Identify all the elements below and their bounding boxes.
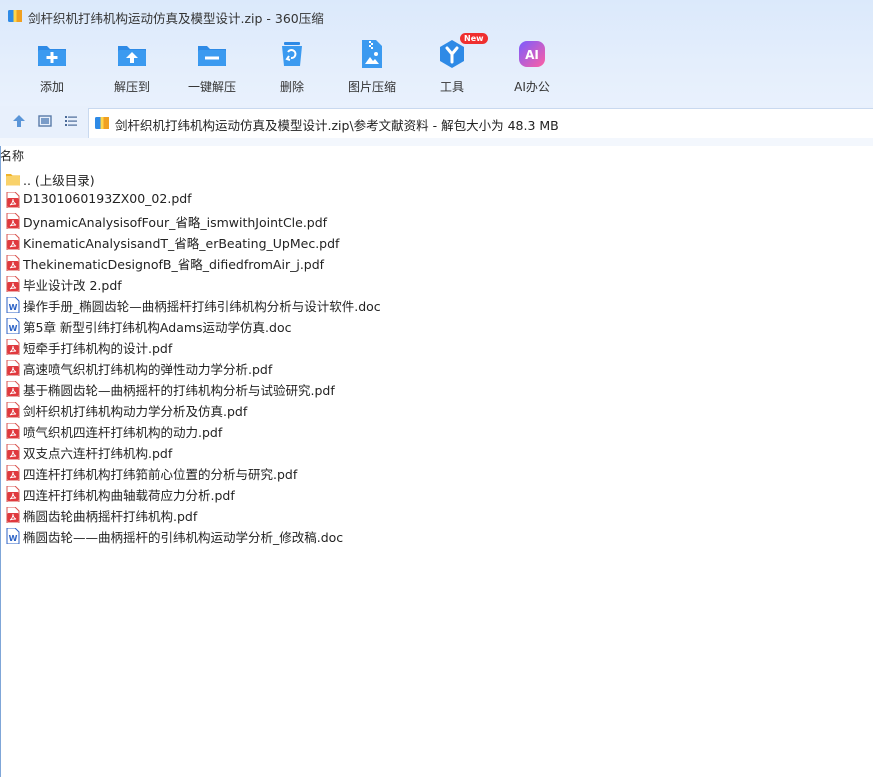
file-row[interactable]: 四连杆打纬机构曲轴载荷应力分析.pdf — [0, 483, 873, 504]
one-click-extract-button[interactable]: 一键解压 — [172, 38, 252, 96]
address-bar[interactable]: 剑杆织机打纬机构运动仿真及模型设计.zip\参考文献资料 - 解包大小为 48.… — [88, 108, 873, 139]
file-row[interactable]: ThekinematicDesignofB_省略_difiedfromAir_j… — [0, 252, 873, 273]
delete-icon — [282, 42, 302, 66]
file-name: 喷气织机四连杆打纬机构的动力.pdf — [23, 425, 223, 440]
ai-glyph: AI — [525, 48, 539, 62]
file-name: ThekinematicDesignofB_省略_difiedfromAir_j… — [23, 257, 325, 272]
title-toolbar-area: 剑杆织机打纬机构运动仿真及模型设计.zip - 360压缩 添加 解压到 一键解… — [0, 0, 873, 106]
file-row[interactable]: 四连杆打纬机构打纬筘前心位置的分析与研究.pdf — [0, 462, 873, 483]
pdf-icon — [6, 338, 20, 356]
divider — [0, 138, 873, 146]
ai-office-icon: AI — [519, 41, 545, 67]
file-name: 短牵手打纬机构的设计.pdf — [23, 341, 173, 356]
extract-to-label: 解压到 — [113, 80, 150, 94]
window-title: 剑杆织机打纬机构运动仿真及模型设计.zip - 360压缩 — [28, 11, 324, 26]
pdf-icon — [6, 233, 20, 251]
file-row[interactable]: 椭圆齿轮曲柄摇杆打纬机构.pdf — [0, 504, 873, 525]
image-compress-icon — [362, 40, 382, 68]
parent-directory-row[interactable]: .. (上级目录) — [0, 168, 873, 189]
ai-office-button[interactable]: AI AI办公 — [492, 38, 572, 96]
svg-text:W: W — [9, 324, 18, 333]
column-header-name[interactable]: 名称 — [0, 147, 24, 164]
tools-label: 工具 — [439, 80, 464, 94]
file-list: .. (上级目录) D1301060193ZX00_02.pdf DynamicAn… — [0, 168, 873, 546]
file-row[interactable]: 双支点六连杆打纬机构.pdf — [0, 441, 873, 462]
file-name: 双支点六连杆打纬机构.pdf — [23, 446, 173, 461]
file-name: 高速喷气织机打纬机构的弹性动力学分析.pdf — [23, 362, 273, 377]
address-path: 剑杆织机打纬机构运动仿真及模型设计.zip\参考文献资料 - 解包大小为 48.… — [115, 118, 559, 133]
file-name: 四连杆打纬机构曲轴载荷应力分析.pdf — [23, 488, 235, 503]
add-button[interactable]: 添加 — [12, 38, 92, 96]
app-archive-icon — [8, 10, 22, 22]
pdf-icon — [6, 401, 20, 419]
pdf-icon — [6, 443, 20, 461]
new-badge: New — [460, 33, 488, 44]
pdf-icon — [6, 254, 20, 272]
folder-icon — [6, 171, 20, 187]
file-name: KinematicAnalysisandT_省略_erBeating_UpMec… — [23, 236, 340, 251]
file-name: 剑杆织机打纬机构动力学分析及仿真.pdf — [23, 404, 248, 419]
file-row[interactable]: D1301060193ZX00_02.pdf — [0, 189, 873, 210]
address-row: 剑杆织机打纬机构运动仿真及模型设计.zip\参考文献资料 - 解包大小为 48.… — [0, 106, 873, 139]
add-label: 添加 — [39, 80, 64, 94]
file-row[interactable]: W 操作手册_椭圆齿轮—曲柄摇杆打纬引纬机构分析与设计软件.doc — [0, 294, 873, 315]
pdf-icon — [6, 464, 20, 482]
file-name: D1301060193ZX00_02.pdf — [23, 191, 192, 206]
file-name: .. (上级目录) — [23, 173, 95, 188]
file-row[interactable]: W 椭圆齿轮——曲柄摇杆的引纬机构运动学分析_修改稿.doc — [0, 525, 873, 546]
tools-button[interactable]: New 工具 — [412, 33, 492, 96]
extract-to-button[interactable]: 解压到 — [92, 38, 172, 96]
file-row[interactable]: 短牵手打纬机构的设计.pdf — [0, 336, 873, 357]
doc-icon: W — [6, 527, 20, 545]
file-name: DynamicAnalysisofFour_省略_ismwithJointCle… — [23, 215, 328, 230]
file-row[interactable]: 喷气织机四连杆打纬机构的动力.pdf — [0, 420, 873, 441]
delete-label: 删除 — [279, 80, 304, 94]
file-name: 毕业设计改 2.pdf — [23, 278, 122, 293]
file-row[interactable]: W 第5章 新型引纬打纬机构Adams运动学仿真.doc — [0, 315, 873, 336]
image-compress-label: 图片压缩 — [347, 80, 396, 94]
pdf-icon — [6, 212, 20, 230]
file-row[interactable]: KinematicAnalysisandT_省略_erBeating_UpMec… — [0, 231, 873, 252]
toolbar: 添加 解压到 一键解压 删除 图片压缩 New 工具 AI AI办公 — [0, 33, 873, 98]
image-compress-button[interactable]: 图片压缩 — [332, 38, 412, 96]
archive-icon — [95, 117, 109, 129]
pdf-icon — [6, 380, 20, 398]
one-click-extract-icon — [198, 46, 226, 66]
doc-icon: W — [6, 296, 20, 314]
file-name: 椭圆齿轮——曲柄摇杆的引纬机构运动学分析_修改稿.doc — [23, 530, 344, 545]
ai-office-label: AI办公 — [514, 80, 550, 94]
pdf-icon — [6, 275, 20, 293]
file-row[interactable]: 毕业设计改 2.pdf — [0, 273, 873, 294]
file-name: 第5章 新型引纬打纬机构Adams运动学仿真.doc — [23, 320, 292, 335]
one-click-extract-label: 一键解压 — [187, 80, 236, 94]
delete-button[interactable]: 删除 — [252, 38, 332, 96]
list-view-icon[interactable] — [64, 114, 78, 128]
pdf-icon — [6, 422, 20, 440]
pdf-icon — [6, 506, 20, 524]
pdf-icon — [6, 191, 20, 209]
file-row[interactable]: 基于椭圆齿轮—曲柄摇杆的打纬机构分析与试验研究.pdf — [0, 378, 873, 399]
up-arrow-icon[interactable] — [12, 114, 26, 128]
file-name: 操作手册_椭圆齿轮—曲柄摇杆打纬引纬机构分析与设计软件.doc — [23, 299, 381, 314]
file-name: 椭圆齿轮曲柄摇杆打纬机构.pdf — [23, 509, 198, 524]
file-name: 四连杆打纬机构打纬筘前心位置的分析与研究.pdf — [23, 467, 298, 482]
file-row[interactable]: 剑杆织机打纬机构动力学分析及仿真.pdf — [0, 399, 873, 420]
pdf-icon — [6, 359, 20, 377]
svg-text:W: W — [9, 303, 18, 312]
thumbnail-view-icon[interactable] — [38, 114, 52, 128]
add-folder-icon — [38, 46, 66, 66]
pdf-icon — [6, 485, 20, 503]
file-row[interactable]: 高速喷气织机打纬机构的弹性动力学分析.pdf — [0, 357, 873, 378]
svg-text:W: W — [9, 534, 18, 543]
file-row[interactable]: DynamicAnalysisofFour_省略_ismwithJointCle… — [0, 210, 873, 231]
file-name: 基于椭圆齿轮—曲柄摇杆的打纬机构分析与试验研究.pdf — [23, 383, 335, 398]
doc-icon: W — [6, 317, 20, 335]
extract-to-icon — [118, 46, 146, 66]
